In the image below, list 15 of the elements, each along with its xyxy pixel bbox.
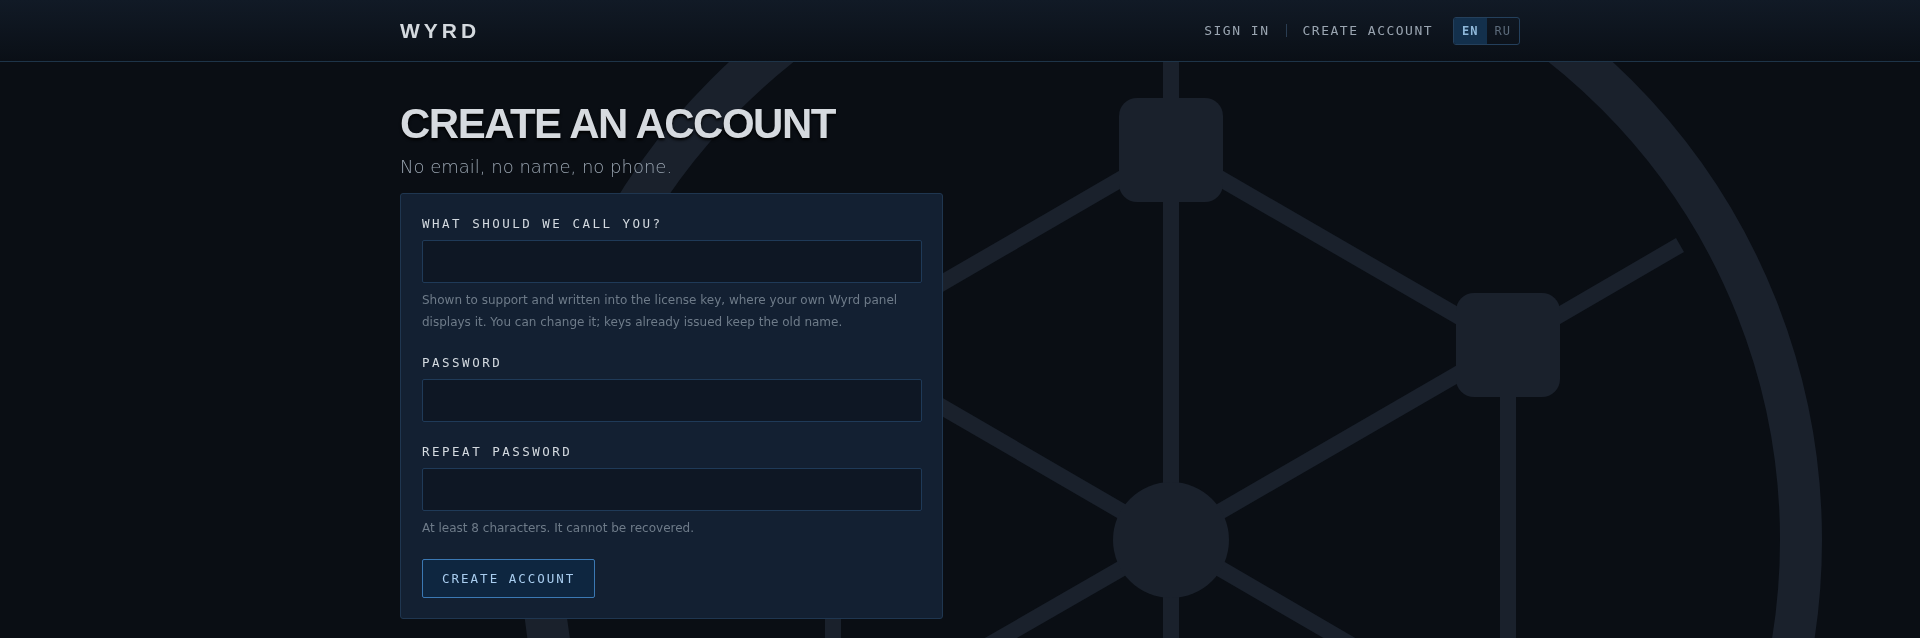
input-field[interactable] xyxy=(422,379,922,422)
input-field[interactable] xyxy=(422,468,922,511)
language-toggle[interactable]: EN xyxy=(1454,17,1487,44)
input-field[interactable] xyxy=(422,240,922,283)
page-subtitle: No email, no name, no phone. xyxy=(400,156,674,177)
field-label: WHAT SHOULD WE CALL YOU? xyxy=(422,216,664,231)
nav-link[interactable]: SIGN IN xyxy=(1204,23,1270,38)
nav-link[interactable]: CREATE ACCOUNT xyxy=(1302,23,1434,38)
field-label: PASSWORD xyxy=(422,355,504,370)
field-hint: At least 8 characters. It cannot be recovered. xyxy=(422,520,695,537)
field-label: REPEAT PASSWORD xyxy=(422,444,574,459)
field-hint: Shown to support and written into the license key, where your own Wyrd panel displays it. You can change it; keys already issued keep the old name. xyxy=(422,292,899,331)
page-title: CREATE AN ACCOUNT xyxy=(400,100,837,148)
brand-logo[interactable]: WYRD xyxy=(400,18,481,43)
create-account-button[interactable]: CREATE ACCOUNT xyxy=(422,559,596,598)
